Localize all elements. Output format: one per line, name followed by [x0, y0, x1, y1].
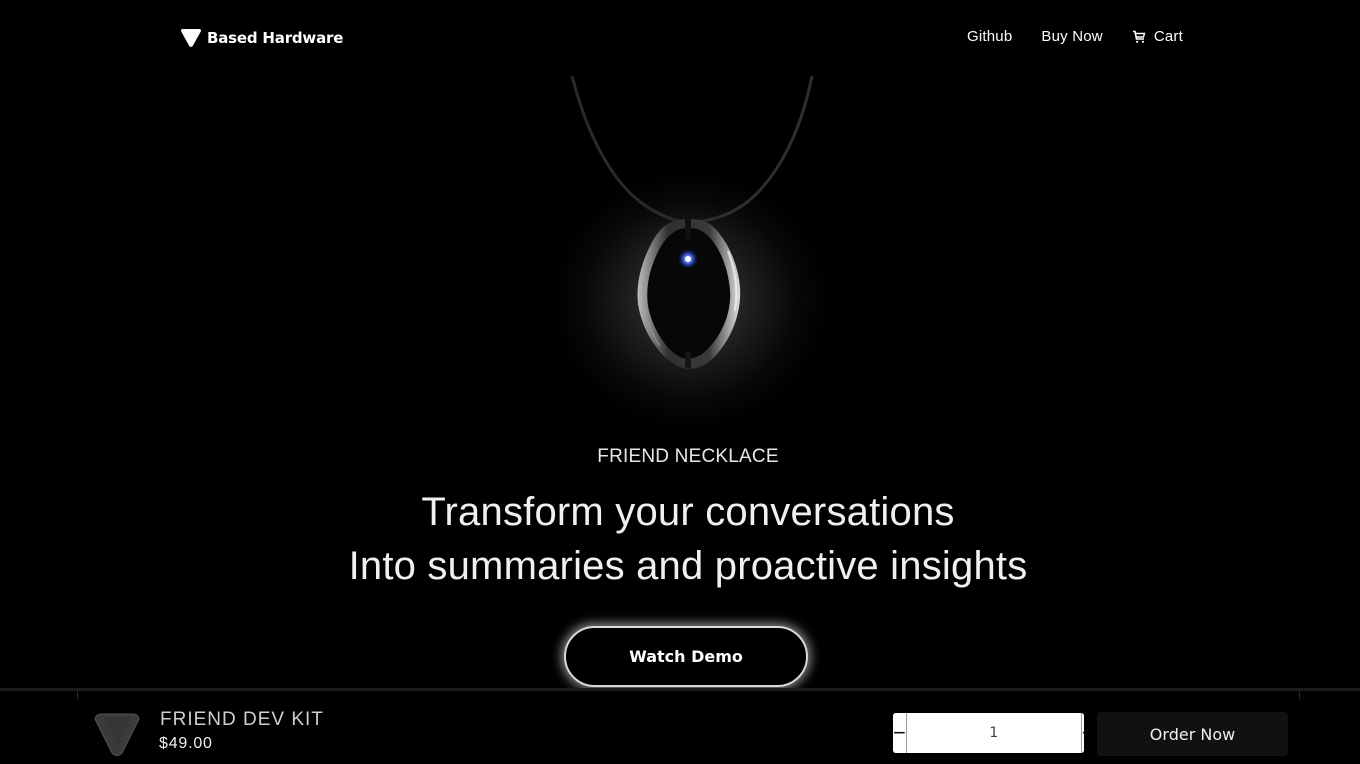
order-now-button[interactable]: Order Now — [1097, 712, 1288, 756]
divider — [77, 691, 78, 699]
sticky-purchase-bar: FRIEND DEV KIT $49.00 − + Order Now — [0, 688, 1360, 764]
nav-buy-now-link[interactable]: Buy Now — [1041, 28, 1102, 45]
product-name: FRIEND DEV KIT — [160, 709, 324, 730]
watch-demo-button[interactable]: Watch Demo — [564, 626, 808, 687]
brand-logo[interactable]: Based Hardware — [180, 28, 343, 48]
nav-cart-link[interactable]: Cart — [1132, 28, 1183, 45]
divider — [1299, 691, 1300, 699]
decrease-quantity-button[interactable]: − — [893, 713, 907, 753]
nav-github-link[interactable]: Github — [967, 28, 1012, 45]
shield-logo-icon — [181, 29, 201, 47]
increase-quantity-button[interactable]: + — [1080, 713, 1084, 753]
headline-line-2: Into summaries and proactive insights — [348, 544, 1028, 588]
top-nav: Based Hardware Github Buy Now Cart — [0, 0, 1360, 76]
headline-line-1: Transform your conversations — [421, 490, 955, 534]
brand-name: Based Hardware — [207, 29, 344, 47]
product-price: $49.00 — [159, 735, 213, 752]
cart-icon — [1132, 30, 1146, 43]
product-eyebrow: FRIEND NECKLACE — [597, 446, 779, 467]
quantity-stepper: − + — [893, 713, 1084, 753]
cart-label: Cart — [1153, 28, 1183, 45]
quantity-input[interactable] — [906, 713, 1081, 753]
necklace-pendant-image — [570, 76, 814, 369]
dev-kit-thumbnail — [94, 713, 140, 756]
hero-headline: Transform your conversations Into summar… — [0, 485, 1360, 593]
nav-links: Github Buy Now Cart — [967, 28, 1183, 45]
